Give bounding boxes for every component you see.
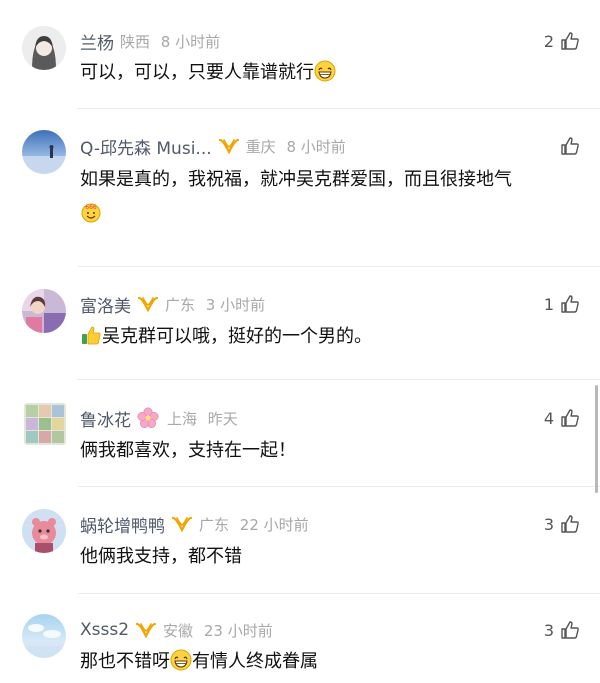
cherry-blossom-icon xyxy=(137,407,159,428)
timestamp: 23 小时前 xyxy=(203,621,273,640)
comment-info: 安徽 23 小时前 xyxy=(163,620,273,641)
timestamp: 3 小时前 xyxy=(205,295,266,314)
vip-badge-icon xyxy=(137,296,159,312)
divider xyxy=(78,108,600,109)
grinning-emoji-icon xyxy=(170,649,192,671)
comment-text-body: 可以，可以，只要人靠谱就行 xyxy=(80,62,314,83)
username[interactable]: Xsss2 xyxy=(80,620,129,640)
thumbs-up-icon xyxy=(561,32,579,50)
comment-meta: 兰杨 陕西 8 小时前 xyxy=(80,28,220,54)
thumbs-up-icon xyxy=(561,295,579,313)
thumbs-up-icon xyxy=(561,409,579,427)
comment-text: 吴克群可以哦，挺好的一个男的。 xyxy=(80,320,580,354)
comment-text: 如果是真的，我祝福，就冲吴克群爱国，而且很接地气 666 xyxy=(80,163,580,231)
timestamp: 昨天 xyxy=(207,409,238,428)
username[interactable]: 蜗轮增鸭鸭 xyxy=(80,512,165,537)
thumbs-up-emoji-icon xyxy=(82,326,101,345)
vip-badge-icon xyxy=(171,516,193,532)
avatar[interactable] xyxy=(22,130,66,174)
username[interactable]: Q-邱先森 Musi... xyxy=(80,134,212,159)
avatar[interactable] xyxy=(22,26,66,70)
avatar[interactable] xyxy=(22,509,66,553)
comment-info: 上海 昨天 xyxy=(167,408,238,429)
username[interactable]: 鲁冰花 xyxy=(80,406,131,431)
comment-meta: 鲁冰花 上海 昨天 xyxy=(80,405,238,431)
comment-meta: 富洛美 广东 3 小时前 xyxy=(80,291,265,317)
like-button[interactable] xyxy=(554,133,580,159)
timestamp: 8 小时前 xyxy=(286,137,346,156)
location: 广东 xyxy=(199,515,230,534)
like-button[interactable]: 3 xyxy=(544,617,580,643)
divider xyxy=(78,379,600,380)
comment-meta: Q-邱先森 Musi... 重庆 8 小时前 xyxy=(80,133,346,159)
like-button[interactable]: 2 xyxy=(544,28,580,54)
username[interactable]: 富洛美 xyxy=(80,292,131,317)
666-emoji-icon: 666 xyxy=(81,203,101,223)
scrollbar[interactable] xyxy=(595,385,598,493)
thumbs-up-icon xyxy=(561,137,579,155)
like-count: 3 xyxy=(543,514,554,534)
username[interactable]: 兰杨 xyxy=(80,29,114,54)
like-count: 3 xyxy=(543,620,554,640)
comment-text-body: 吴克群可以哦，挺好的一个男的。 xyxy=(102,326,372,347)
vip-badge-icon xyxy=(218,138,239,154)
timestamp: 22 小时前 xyxy=(239,515,309,534)
timestamp: 8 小时前 xyxy=(160,32,221,51)
avatar[interactable] xyxy=(24,403,66,445)
avatar[interactable] xyxy=(22,289,66,333)
comment-meta: 蜗轮增鸭鸭 广东 22 小时前 xyxy=(80,511,309,537)
comment-text: 俩我都喜欢，支持在一起！ xyxy=(80,434,580,468)
comment-text-body: 他俩我支持，都不错 xyxy=(80,546,242,567)
thumbs-up-icon xyxy=(561,515,579,533)
comment-info: 陕西 8 小时前 xyxy=(120,31,220,52)
comment-text: 可以，可以，只要人靠谱就行 xyxy=(80,56,580,90)
location: 广东 xyxy=(165,295,196,314)
comment-info: 广东 22 小时前 xyxy=(199,514,309,535)
comment-info: 重庆 8 小时前 xyxy=(246,136,346,157)
like-count: 4 xyxy=(543,408,554,428)
like-count: 2 xyxy=(543,31,554,51)
grinning-emoji-icon xyxy=(314,60,336,82)
comment-meta: Xsss2 安徽 23 小时前 xyxy=(80,617,273,643)
like-button[interactable]: 1 xyxy=(544,291,580,317)
thumbs-up-icon xyxy=(561,621,579,639)
avatar[interactable] xyxy=(22,614,66,658)
location: 安徽 xyxy=(163,621,194,640)
comment-info: 广东 3 小时前 xyxy=(165,294,265,315)
like-button[interactable]: 3 xyxy=(544,511,580,537)
svg-text:666: 666 xyxy=(85,204,97,211)
comment-text-body: 俩我都喜欢，支持在一起！ xyxy=(80,440,296,461)
divider xyxy=(78,593,600,594)
divider xyxy=(78,266,600,267)
like-count: 1 xyxy=(543,294,554,314)
vip-badge-icon xyxy=(135,622,157,638)
comment-text: 他俩我支持，都不错 xyxy=(80,540,580,574)
comment-text: 那也不错呀 有情人终成眷属 xyxy=(80,645,580,679)
comment-text-tail: 有情人终成眷属 xyxy=(192,651,318,672)
location: 上海 xyxy=(167,409,198,428)
comment-text-body: 那也不错呀 xyxy=(80,651,170,672)
location: 陕西 xyxy=(120,32,151,51)
divider xyxy=(78,486,600,487)
comment-text-body: 如果是真的，我祝福，就冲吴克群爱国，而且很接地气 xyxy=(80,169,512,190)
like-button[interactable]: 4 xyxy=(544,405,580,431)
location: 重庆 xyxy=(245,137,276,156)
